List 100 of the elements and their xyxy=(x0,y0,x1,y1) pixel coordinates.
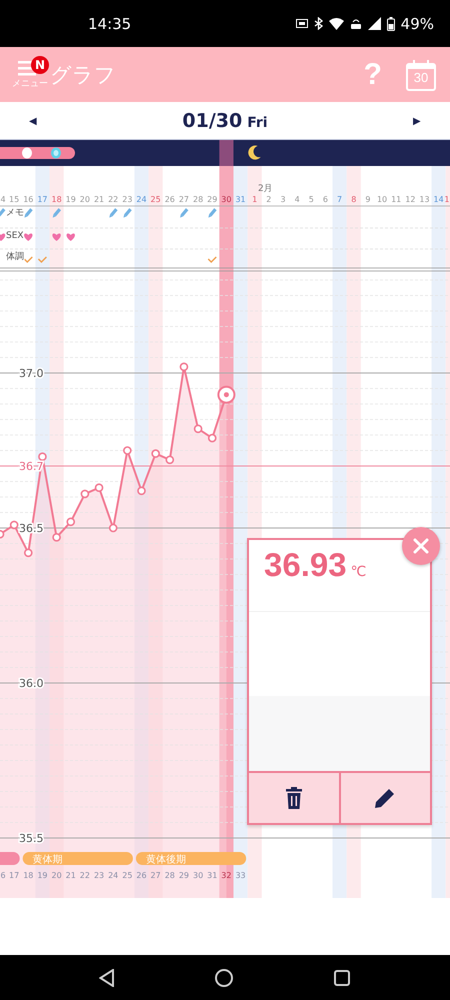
day-label: 12 xyxy=(405,195,416,204)
cycle-day-label: 30 xyxy=(193,871,204,880)
cycle-day-label: 25 xyxy=(122,871,132,880)
axis-label: 35.5 xyxy=(19,832,44,845)
next-day-button[interactable]: ▶ xyxy=(411,112,423,128)
day-label: 20 xyxy=(80,195,90,204)
day-label: 4 xyxy=(0,195,6,204)
help-button[interactable]: ? xyxy=(356,58,390,92)
row-label: 体調 xyxy=(6,252,24,262)
day-label: 11 xyxy=(391,195,402,204)
day-label: 1 xyxy=(444,195,450,204)
data-point xyxy=(24,548,33,558)
data-point xyxy=(123,446,132,455)
trash-icon xyxy=(286,787,302,809)
battery-percent: 49% xyxy=(400,14,434,32)
cycle-day-label: 31 xyxy=(207,871,218,880)
edit-button[interactable] xyxy=(338,773,430,823)
cycle-day-label: 24 xyxy=(108,871,118,880)
cycle-day-label: 32 xyxy=(221,871,232,880)
data-point xyxy=(66,518,76,526)
signal-icon xyxy=(368,17,381,30)
day-label: 9 xyxy=(365,195,370,204)
delete-button[interactable] xyxy=(249,773,338,823)
cycle-day-label: 19 xyxy=(37,871,48,880)
data-point xyxy=(52,533,61,542)
data-point xyxy=(137,486,146,496)
data-point xyxy=(94,483,104,492)
day-label: 4 xyxy=(294,195,300,204)
day-label: 19 xyxy=(66,195,76,204)
bluetooth-icon xyxy=(314,17,323,30)
day-label: 15 xyxy=(9,195,20,204)
cycle-day-label: 26 xyxy=(136,871,147,880)
day-label: 17 xyxy=(37,195,48,204)
day-label: 8 xyxy=(351,195,356,204)
brightness-icon xyxy=(296,18,308,28)
temperature-value: 36.93 xyxy=(264,546,347,584)
day-label: 18 xyxy=(52,195,62,204)
current-weekday: Fri xyxy=(247,114,268,130)
month-label: 2月 xyxy=(258,184,273,194)
cycle-day-label: 33 xyxy=(235,871,246,880)
day-label: 3 xyxy=(280,195,286,204)
cycle-day-label: 6 xyxy=(0,871,6,880)
cycle-day-label: 20 xyxy=(52,871,62,880)
data-point xyxy=(166,456,174,464)
current-date: 01/30 xyxy=(182,110,242,132)
phase-label: 黄体後期 xyxy=(146,854,186,866)
day-label: 31 xyxy=(235,195,246,204)
phase-label: 黄体期 xyxy=(32,854,63,866)
day-label: 2 xyxy=(266,195,272,204)
selected-point[interactable] xyxy=(217,386,236,404)
axis-label: 36.0 xyxy=(19,677,44,690)
cycle-day-label: 17 xyxy=(9,871,20,880)
cycle-day-label: 21 xyxy=(66,871,76,880)
status-time: 14:35 xyxy=(88,14,132,32)
data-point xyxy=(80,490,90,498)
day-label: 27 xyxy=(178,195,190,204)
cycle-day-label: 29 xyxy=(178,871,190,880)
day-label: 10 xyxy=(376,195,388,204)
data-point xyxy=(180,362,188,372)
data-point xyxy=(38,452,47,461)
axis-label: 37.0 xyxy=(19,367,44,380)
lte-icon xyxy=(350,17,362,30)
wifi-icon xyxy=(328,18,344,30)
data-point xyxy=(10,520,18,530)
previous-day-button[interactable]: ◀ xyxy=(27,112,39,128)
temperature-unit: ℃ xyxy=(350,564,366,580)
day-label: 24 xyxy=(136,195,147,204)
day-label: 1 xyxy=(252,195,258,204)
cycle-day-label: 28 xyxy=(164,871,175,880)
cycle-day-label: 23 xyxy=(94,871,104,880)
notification-badge: N xyxy=(31,56,49,74)
row-label: SEX xyxy=(6,231,24,241)
day-label: 14 xyxy=(434,195,444,204)
cycle-day-label: 27 xyxy=(150,871,161,880)
day-label: 29 xyxy=(207,195,218,204)
back-icon[interactable] xyxy=(99,968,116,986)
cycle-day-label: 22 xyxy=(80,871,90,880)
day-label: 23 xyxy=(122,195,132,204)
data-point xyxy=(0,530,4,538)
day-label: 26 xyxy=(164,195,175,204)
day-label: 21 xyxy=(94,195,104,204)
day-label: 7 xyxy=(337,195,342,204)
day-label: 6 xyxy=(322,195,328,204)
data-point xyxy=(194,424,202,434)
row-label: メモ xyxy=(6,208,24,218)
day-label: 25 xyxy=(150,195,161,204)
data-point xyxy=(151,449,160,458)
screen-title: グラフ xyxy=(50,62,116,88)
cycle-day-label: 18 xyxy=(23,871,34,880)
pencil-icon xyxy=(374,787,396,809)
battery-icon xyxy=(386,16,395,30)
day-label: 16 xyxy=(23,195,34,204)
home-icon[interactable] xyxy=(214,968,234,988)
day-label: 30 xyxy=(221,195,232,204)
day-label: 22 xyxy=(108,195,118,204)
day-label: 28 xyxy=(193,195,204,204)
close-icon xyxy=(413,538,429,554)
data-point xyxy=(108,524,118,532)
recents-icon[interactable] xyxy=(332,968,351,986)
data-point xyxy=(208,434,217,442)
